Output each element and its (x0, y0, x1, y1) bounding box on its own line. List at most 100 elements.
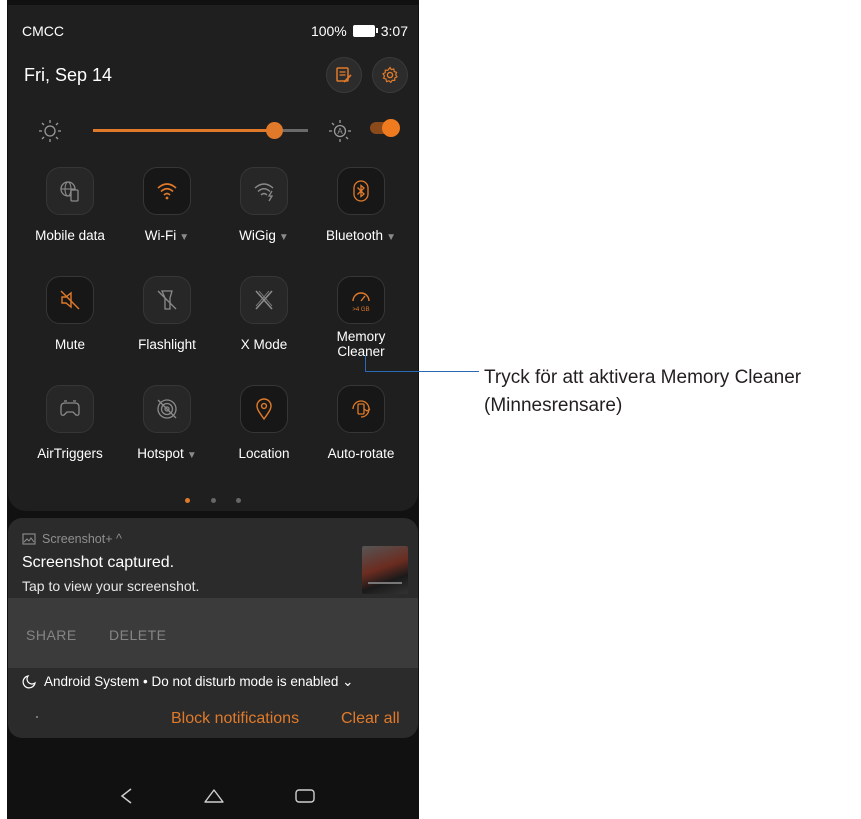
notification-actions: SHARE DELETE (8, 598, 418, 668)
airtriggers-icon[interactable] (46, 385, 94, 433)
home-icon (204, 789, 224, 803)
brightness-low-icon (39, 120, 61, 142)
tile-label-text: Auto-rotate (327, 446, 395, 461)
tile-label-text: WiGig (239, 228, 276, 243)
carrier-name: CMCC (22, 23, 64, 39)
dnd-text: Android System • Do not disturb mode is … (44, 674, 354, 689)
tile-label-text: X Mode (240, 337, 288, 352)
tile-label: Hotspot ▼ (119, 446, 215, 463)
auto-rotate-icon[interactable] (337, 385, 385, 433)
tile-label: WiGig ▼ (216, 228, 312, 245)
battery-percent: 100% (310, 23, 347, 39)
recents-button[interactable] (293, 784, 317, 808)
tile-label: Mobile data (22, 228, 118, 243)
notification-title: Screenshot captured. (22, 554, 175, 571)
edit-icon (336, 67, 352, 83)
tile-mute[interactable]: Mute (22, 276, 118, 352)
tile-label: AirTriggers (22, 446, 118, 461)
brightness-row: A (38, 119, 406, 143)
brightness-slider[interactable] (93, 122, 308, 139)
notification-app-row: Screenshot+ ^ (22, 532, 122, 546)
block-notifications-button[interactable]: Block notifications (171, 710, 299, 728)
callout-line-1: Tryck för att aktivera Memory Cleaner (484, 367, 802, 388)
chevron-down-icon[interactable]: ▼ (187, 450, 197, 461)
flashlight-icon[interactable] (143, 276, 191, 324)
tile-label-text: Flashlight (138, 337, 196, 352)
clock: 3:07 (380, 23, 408, 39)
tile-label-line: Cleaner (337, 344, 385, 359)
tile-label-text: Mobile data (35, 228, 105, 243)
tile-wigig[interactable]: WiGig ▼ (216, 167, 312, 245)
moon-icon (22, 675, 36, 689)
back-button[interactable] (115, 784, 139, 808)
callout-text: Tryck för att aktivera Memory Cleaner (M… (484, 364, 801, 420)
tile-label: Location (216, 446, 312, 461)
callout-line-2: (Minnesrensare) (484, 395, 623, 416)
edit-button[interactable] (326, 57, 362, 93)
svg-text:A: A (337, 127, 343, 136)
delete-button[interactable]: DELETE (109, 627, 166, 643)
status-bar: CMCC 100% 3:07 (22, 23, 408, 43)
screenshot-notification[interactable]: Screenshot+ ^ Screenshot captured. Tap t… (8, 518, 418, 738)
auto-brightness-icon: A (329, 120, 351, 142)
auto-brightness-toggle[interactable] (370, 119, 400, 137)
hotspot-icon[interactable] (143, 385, 191, 433)
tile-label: Auto-rotate (313, 446, 409, 461)
tile-auto-rotate[interactable]: Auto-rotate (313, 385, 409, 461)
tile-label: Memory Cleaner (313, 329, 409, 359)
wifi-icon[interactable] (143, 167, 191, 215)
chevron-down-icon[interactable]: ▼ (279, 232, 289, 243)
dnd-notification[interactable]: Android System • Do not disturb mode is … (22, 674, 353, 690)
share-button[interactable]: SHARE (26, 627, 77, 643)
screenshot-thumbnail[interactable] (362, 546, 408, 594)
tile-label: Bluetooth ▼ (313, 228, 409, 245)
tile-flashlight[interactable]: Flashlight (119, 276, 215, 352)
chevron-down-icon[interactable]: ▼ (179, 232, 189, 243)
tile-label-text: Location (238, 446, 290, 461)
page-dot[interactable] (235, 498, 241, 503)
tile-x-mode[interactable]: X Mode (216, 276, 312, 352)
bluetooth-icon[interactable] (337, 167, 385, 215)
mute-icon[interactable] (46, 276, 94, 324)
tile-label-text: Mute (54, 337, 85, 352)
toggle-knob (382, 119, 400, 137)
date-label: Fri, Sep 14 (24, 65, 113, 85)
clear-all-button[interactable]: Clear all (341, 710, 400, 728)
phone-screen: CMCC 100% 3:07 Fri, Sep 14 A Mobile data… (7, 0, 419, 819)
brightness-slider-fill (93, 129, 274, 132)
tile-location[interactable]: Location (216, 385, 312, 461)
settings-button[interactable] (372, 57, 408, 93)
tile-airtriggers[interactable]: AirTriggers (22, 385, 118, 461)
wigig-icon[interactable] (240, 167, 288, 215)
tile-label-text: Hotspot (137, 446, 184, 461)
tile-label: Mute (22, 337, 118, 352)
tile-label: Wi-Fi ▼ (119, 228, 215, 245)
navigation-bar (7, 770, 419, 819)
callout-connector-vertical (365, 355, 366, 372)
notification-app-name: Screenshot+ ^ (42, 532, 122, 546)
tile-label-text: Bluetooth (326, 228, 384, 243)
footer-dot (36, 716, 38, 718)
recents-icon (295, 789, 315, 803)
globe-phone-icon[interactable] (46, 167, 94, 215)
page-dot[interactable] (185, 498, 191, 503)
memory-cleaner-icon[interactable]: >4 GB (337, 276, 385, 324)
tile-label-text: AirTriggers (37, 446, 103, 461)
tile-wifi[interactable]: Wi-Fi ▼ (119, 167, 215, 245)
x-mode-icon[interactable] (240, 276, 288, 324)
chevron-down-icon[interactable]: ▼ (386, 232, 396, 243)
tile-bluetooth[interactable]: Bluetooth ▼ (313, 167, 409, 245)
tile-globe-phone[interactable]: Mobile data (22, 167, 118, 243)
location-icon[interactable] (240, 385, 288, 433)
thumbnail-detail (368, 582, 402, 584)
back-icon (120, 788, 132, 804)
svg-text:>4 GB: >4 GB (352, 307, 369, 312)
callout-connector-horizontal (365, 371, 479, 372)
home-button[interactable] (202, 784, 226, 808)
page-dot[interactable] (210, 498, 216, 503)
tile-hotspot[interactable]: Hotspot ▼ (119, 385, 215, 463)
quick-settings-panel: CMCC 100% 3:07 Fri, Sep 14 A Mobile data… (8, 5, 418, 511)
page-indicator (8, 490, 418, 508)
brightness-slider-thumb[interactable] (265, 122, 283, 139)
tile-memory-cleaner[interactable]: >4 GB Memory Cleaner (313, 276, 409, 359)
